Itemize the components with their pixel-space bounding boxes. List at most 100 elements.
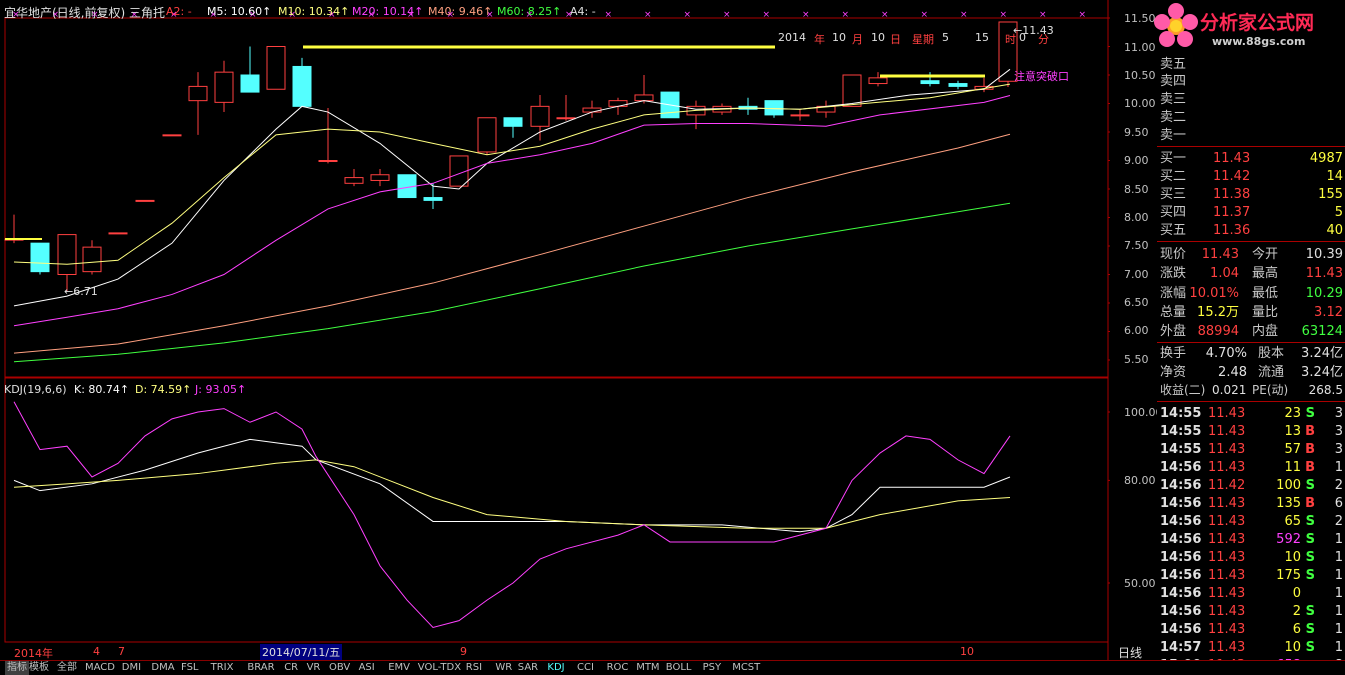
- top-marker: ×: [921, 10, 929, 20]
- candlestick-chart[interactable]: × × × × × × × × × × × × × × × × × × × × × × × × × × × ×: [0, 0, 1110, 660]
- candle-body: [344, 177, 364, 184]
- tick-row: 14:56 11.43 175 S 1: [1160, 567, 1343, 584]
- tick-volume: 23: [1284, 406, 1301, 421]
- date-wk: 星期: [912, 33, 934, 46]
- divider: [1157, 241, 1345, 242]
- tab-macd[interactable]: MACD: [85, 661, 115, 675]
- tick-row: 14:56 11.43 11 B 1: [1160, 459, 1343, 476]
- price-axis-label: 7.50: [1124, 239, 1149, 252]
- candle-body: [188, 85, 208, 102]
- candle-body: [477, 117, 497, 153]
- tab-obv[interactable]: OBV: [329, 661, 350, 675]
- date-month: 10: [832, 31, 846, 44]
- top-marker: ×: [723, 10, 731, 20]
- divider: [1157, 146, 1345, 147]
- x-axis-month: 9: [460, 645, 467, 658]
- m20-label: M20: 10.14↑: [352, 5, 424, 18]
- tick-price: 11.43: [1208, 496, 1246, 511]
- tick-count: 2: [1334, 478, 1343, 493]
- x-axis-year: 2014年: [14, 647, 53, 660]
- tab-roc[interactable]: ROC: [607, 661, 629, 675]
- tab-mcst[interactable]: MCST: [732, 661, 760, 675]
- buy-level-row: 买一 11.43 4987: [1160, 151, 1343, 166]
- tab-trix[interactable]: TRIX: [211, 661, 234, 675]
- tab-vr[interactable]: VR: [307, 661, 321, 675]
- tab-全部[interactable]: 全部: [57, 661, 77, 675]
- a4-label: A4: -: [570, 5, 596, 18]
- kdj-d-line: [13, 459, 1011, 529]
- candle-body: [240, 74, 260, 93]
- tab-cr[interactable]: CR: [284, 661, 298, 675]
- tab-vol-tdx[interactable]: VOL-TDX: [418, 661, 461, 675]
- tick-side: B: [1305, 460, 1315, 475]
- tab-emv[interactable]: EMV: [388, 661, 410, 675]
- high-annotation: ←11.43: [1013, 24, 1054, 37]
- sell-level-row: 卖五: [1160, 57, 1187, 72]
- divider: [1157, 342, 1345, 343]
- tick-count: 6: [1334, 496, 1343, 511]
- tick-time: 14:56: [1160, 514, 1202, 529]
- tab-模板[interactable]: 模板: [29, 661, 49, 675]
- tick-side: S: [1305, 622, 1315, 637]
- tab-kdj[interactable]: KDJ: [547, 661, 564, 675]
- tick-volume: 10: [1284, 640, 1301, 655]
- tick-side: S: [1305, 604, 1315, 619]
- tab-wr[interactable]: WR: [495, 661, 512, 675]
- tick-side: S: [1305, 532, 1315, 547]
- chart-area[interactable]: × × × × × × × × × × × × × × × × × × × × × × × × × × × ×: [0, 0, 1110, 660]
- logo-url[interactable]: www.88gs.com: [1212, 35, 1305, 48]
- tab-指标[interactable]: 指标: [5, 661, 29, 675]
- tick-count: 1: [1334, 568, 1343, 583]
- tick-time: 14:56: [1160, 550, 1202, 565]
- tab-psy[interactable]: PSY: [703, 661, 722, 675]
- top-marker: ×: [1079, 10, 1087, 20]
- candle-body: [582, 107, 602, 113]
- tick-price: 11.43: [1208, 604, 1246, 619]
- tick-count: 3: [1334, 406, 1343, 421]
- tick-volume: 2: [1292, 604, 1301, 619]
- tick-volume: 10: [1284, 550, 1301, 565]
- x-axis-month: 4: [93, 645, 100, 658]
- m60-label: M60: 8.25↑: [497, 5, 562, 18]
- candle-body: [842, 74, 862, 107]
- tick-side: S: [1305, 640, 1315, 655]
- tick-volume: 11: [1284, 460, 1301, 475]
- tab-boll[interactable]: BOLL: [666, 661, 692, 675]
- tick-price: 11.43: [1208, 514, 1246, 529]
- tick-price: 11.43: [1208, 406, 1246, 421]
- tab-dma[interactable]: DMA: [151, 661, 174, 675]
- tick-row: 14:56 11.43 2 S 1: [1160, 603, 1343, 620]
- price-axis-label: 10.00: [1124, 97, 1156, 110]
- sell-level-row: 卖一: [1160, 128, 1187, 143]
- tick-count: 2: [1334, 514, 1343, 529]
- breakout-annotation: 注意突破口: [1014, 70, 1069, 83]
- tick-price: 11.43: [1208, 532, 1246, 547]
- candle-body: [292, 65, 312, 107]
- tab-rsi[interactable]: RSI: [466, 661, 482, 675]
- tab-dmi[interactable]: DMI: [122, 661, 141, 675]
- stats-row: 换手 4.70% 股本 3.24亿: [1160, 346, 1343, 361]
- tab-fsl[interactable]: FSL: [181, 661, 199, 675]
- date-y: 年: [814, 33, 825, 46]
- tab-mtm[interactable]: MTM: [636, 661, 659, 675]
- tab-sar[interactable]: SAR: [518, 661, 538, 675]
- tick-time: 14:56: [1160, 496, 1202, 511]
- tick-count: 3: [1334, 442, 1343, 457]
- price-panel-frame: [4, 17, 1109, 378]
- price-axis-label: 8.50: [1124, 183, 1149, 196]
- kdj-k-line: [13, 438, 1011, 533]
- top-marker: ×: [842, 10, 850, 20]
- tick-time: 14:56: [1160, 460, 1202, 475]
- price-axis-label: 7.00: [1124, 268, 1149, 281]
- sell-level-row: 卖四: [1160, 74, 1187, 89]
- tab-brar[interactable]: BRAR: [247, 661, 274, 675]
- tab-asi[interactable]: ASI: [359, 661, 375, 675]
- candle-body: [790, 114, 810, 117]
- candle-body: [948, 83, 968, 87]
- tick-row: 14:57 11.43 10 S 1: [1160, 639, 1343, 656]
- period-label[interactable]: 日线: [1118, 644, 1142, 661]
- m5-label: M5: 10.60↑: [207, 5, 272, 18]
- ma60-line: [13, 202, 1011, 363]
- tab-cci[interactable]: CCI: [577, 661, 594, 675]
- low-annotation: ←6.71: [64, 285, 98, 298]
